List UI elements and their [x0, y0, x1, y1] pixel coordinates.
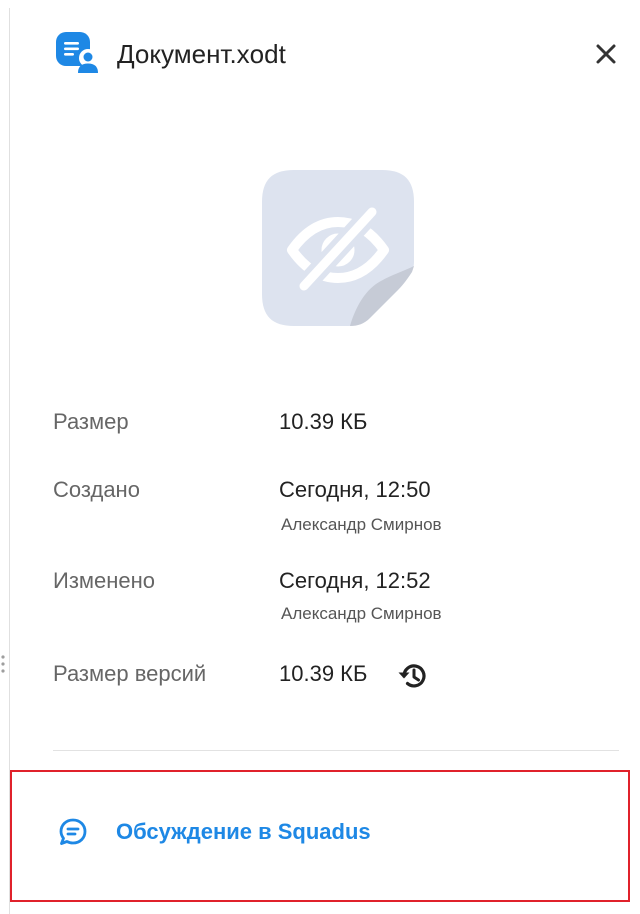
document-user-icon	[53, 28, 103, 80]
squadus-discussion-button[interactable]: Обсуждение в Squadus	[10, 770, 630, 902]
divider	[53, 750, 619, 751]
created-value: Сегодня, 12:50	[279, 477, 431, 502]
preview-unavailable-icon	[258, 166, 418, 330]
versions-size-label: Размер версий	[53, 661, 207, 686]
versions-size-value: 10.39 КБ	[279, 661, 368, 686]
created-label: Создано	[53, 477, 140, 502]
modified-label: Изменено	[53, 568, 156, 593]
discussion-label: Обсуждение в Squadus	[116, 819, 371, 844]
file-title: Документ.xodt	[117, 39, 286, 69]
drag-handle-icon[interactable]	[0, 653, 6, 675]
panel-header: Документ.xodt	[10, 8, 640, 98]
created-by: Александр Смирнов	[281, 515, 442, 534]
size-label: Размер	[53, 409, 129, 434]
chat-icon	[57, 816, 89, 848]
modified-by: Александр Смирнов	[281, 604, 442, 623]
close-icon[interactable]	[590, 38, 622, 70]
size-value: 10.39 КБ	[279, 409, 368, 434]
history-icon[interactable]	[396, 659, 430, 693]
modified-value: Сегодня, 12:52	[279, 568, 431, 593]
